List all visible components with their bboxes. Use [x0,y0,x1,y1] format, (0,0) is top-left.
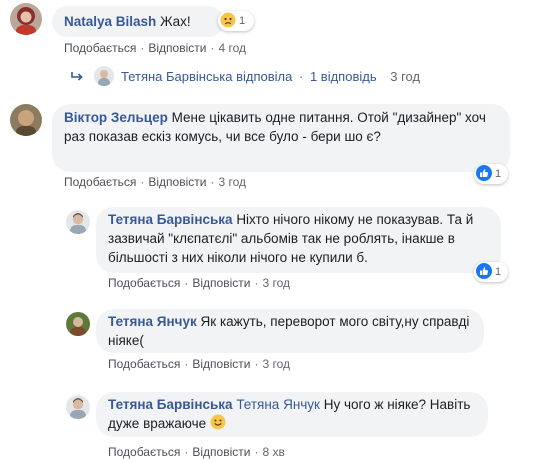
comment-actions: Подобається · Відповісти · 3 год [108,276,290,290]
comment-actions: Подобається · Відповісти · 4 год [64,41,246,55]
avatar-yanchuk[interactable] [66,312,90,336]
comment-actions: Подобається · Відповісти · 8 хв [108,445,285,459]
comment-author[interactable]: Тетяна Барвінська [108,212,233,227]
like-reaction-icon [476,262,492,282]
reply-summary[interactable]: Тетяна Барвінська відповіла · 1 відповід… [121,69,420,84]
reaction-count: 1 [495,266,502,278]
reply-link[interactable]: Відповісти [192,276,250,290]
avatar-barvinska[interactable] [66,395,90,419]
comment-bubble: Тетяна Барвінська Тетяна Янчук Ну чого ж… [96,392,488,437]
reaction-badge[interactable]: 1 [218,11,254,31]
like-link[interactable]: Подобається [108,445,180,459]
comment-author[interactable]: Віктор Зельцер [64,110,168,125]
like-reaction-icon [476,164,492,184]
reply-summary-time: 3 год [390,69,421,84]
avatar-natalya[interactable] [10,3,42,35]
avatar-barvinska[interactable] [66,210,90,234]
avatar-viktor[interactable] [10,104,42,136]
reply-link[interactable]: Відповісти [192,357,250,371]
comment-time[interactable]: 3 год [262,276,290,290]
comment-bubble: Natalya Bilash Жах! [52,6,224,37]
reply-link[interactable]: Відповісти [148,175,206,189]
comment-bubble: Тетяна Янчук Як кажуть, переворот мого с… [96,309,484,353]
reply-summary-count[interactable]: 1 відповідь [310,69,377,84]
comment-bubble: Віктор Зельцер Мене цікавить одне питанн… [52,104,510,172]
reply-summary-dot: · [298,69,304,84]
comment-author[interactable]: Тетяна Янчук [108,314,197,329]
like-link[interactable]: Подобається [108,357,180,371]
reaction-count: 1 [495,168,502,180]
comment-text: Жах! [160,14,191,29]
smile-emoji-icon [210,414,226,435]
sad-reaction-icon [220,12,236,31]
reply-link[interactable]: Відповісти [192,445,250,459]
reaction-count: 1 [239,15,246,27]
comment-time[interactable]: 3 год [262,357,290,371]
like-link[interactable]: Подобається [64,175,136,189]
reply-summary-author[interactable]: Тетяна Барвінська [121,69,232,84]
reply-arrow-icon [70,70,84,88]
comment-author[interactable]: Тетяна Барвінська [108,397,233,412]
reply-summary-verb: відповіла [236,69,293,84]
comment-actions: Подобається · Відповісти · 3 год [64,175,246,189]
like-link[interactable]: Подобається [108,276,180,290]
avatar-barvinska-small[interactable] [94,66,114,86]
reply-link[interactable]: Відповісти [148,41,206,55]
comment-time[interactable]: 8 хв [262,445,284,459]
comment-time[interactable]: 4 год [218,41,246,55]
comment-author[interactable]: Natalya Bilash [64,14,156,29]
like-link[interactable]: Подобається [64,41,136,55]
reaction-badge[interactable]: 1 [474,262,508,282]
reaction-badge[interactable]: 1 [474,164,508,184]
comment-time[interactable]: 3 год [218,175,246,189]
comment-bubble: Тетяна Барвінська Ніхто нічого нікому не… [96,207,501,273]
comment-mention[interactable]: Тетяна Янчук [236,397,320,412]
comment-actions: Подобається · Відповісти · 3 год [108,357,290,371]
